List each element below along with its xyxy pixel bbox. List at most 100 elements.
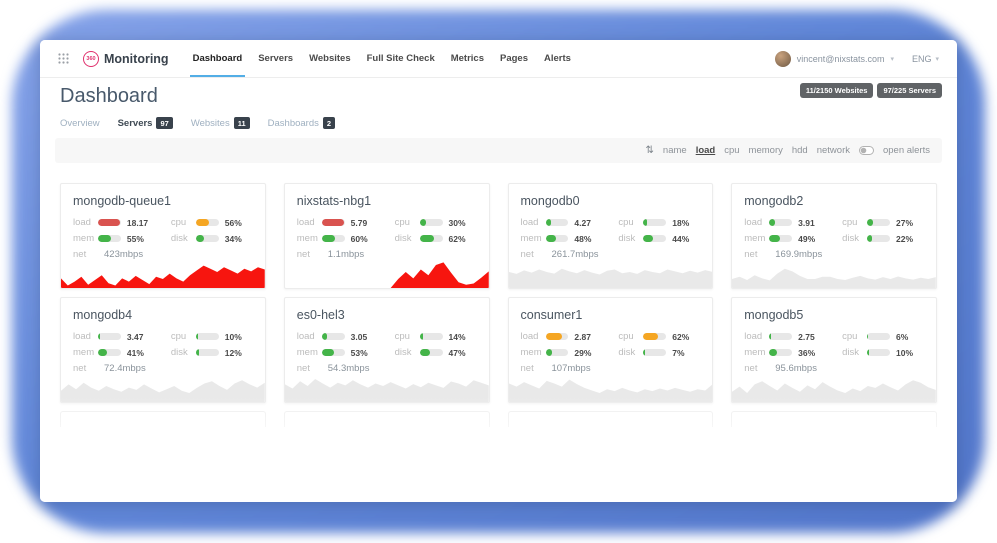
metric-bar-fill [98, 235, 111, 242]
metric-label: disk [395, 233, 420, 244]
user-email[interactable]: vincent@nixstats.com [797, 54, 885, 64]
metric-value: 53% [351, 348, 379, 358]
sort-option-network[interactable]: network [817, 145, 850, 156]
metric-bar-fill [98, 333, 100, 340]
metric-bar-fill [420, 333, 423, 340]
card-body: mongodb0 load 4.27 mem [509, 184, 713, 265]
metric-cpu: cpu 6% [842, 331, 924, 342]
server-card[interactable]: es0-hel3 load 3.05 mem [284, 297, 490, 403]
subtab-dashboards[interactable]: Dashboards 2 [268, 117, 335, 129]
metric-bar-track [643, 219, 666, 226]
metric-value: 55% [127, 234, 155, 244]
nav-items: Dashboard Servers Websites Full Site Che… [193, 40, 571, 77]
server-card[interactable]: consumer1 load 2.87 mem [508, 297, 714, 403]
metric-bar-fill [769, 219, 775, 226]
metric-label: cpu [842, 331, 867, 342]
metric-label: disk [842, 347, 867, 358]
nav-tab-servers[interactable]: Servers [258, 40, 293, 77]
metric-bar-fill [867, 333, 868, 340]
user-avatar[interactable] [775, 51, 791, 67]
metric-bar-track [867, 235, 890, 242]
metric-label: load [521, 331, 546, 342]
language-selector[interactable]: ENG ▾ [912, 54, 939, 64]
metric-bar-fill [196, 333, 198, 340]
server-card[interactable]: mongodb5 load 2.75 mem [731, 297, 937, 403]
logo[interactable]: 360 Monitoring [83, 51, 169, 67]
metric-bar-fill [322, 235, 336, 242]
servers-status-badge: 97/225 Servers [877, 83, 942, 98]
metric-bar-track [643, 235, 666, 242]
sort-option-load[interactable]: load [696, 145, 716, 156]
metric-value: 22% [896, 234, 924, 244]
metric-bar-track [196, 235, 219, 242]
count-badge: 97 [156, 117, 172, 129]
metric-cpu: cpu 27% [842, 217, 924, 228]
metric-bar-fill [769, 235, 780, 242]
subtab-websites[interactable]: Websites 11 [191, 117, 250, 129]
nav-tab-websites[interactable]: Websites [309, 40, 351, 77]
metric-value: 34% [225, 234, 253, 244]
metric-bar-fill [322, 349, 334, 356]
nav-tab-pages[interactable]: Pages [500, 40, 528, 77]
metric-bar-track [867, 219, 890, 226]
metric-cpu: cpu 18% [618, 217, 700, 228]
server-card[interactable]: nixstats-nbg1 load 5.79 mem [284, 183, 490, 289]
metric-bar-fill [643, 219, 647, 226]
sort-option-open-alerts[interactable]: open alerts [883, 145, 930, 156]
chevron-down-icon: ▾ [890, 55, 894, 63]
metric-bar-fill [98, 219, 120, 226]
sort-option-hdd[interactable]: hdd [792, 145, 808, 156]
metric-value: 2.75 [798, 332, 826, 342]
nav-tab-dashboard[interactable]: Dashboard [193, 40, 243, 77]
nav-tab-alerts[interactable]: Alerts [544, 40, 571, 77]
server-name: mongodb0 [521, 194, 701, 208]
sort-option-cpu[interactable]: cpu [724, 145, 739, 156]
sparkline-chart [732, 256, 936, 288]
metric-bar-track [546, 349, 569, 356]
page-header: Dashboard 11/2150 Websites 97/225 Server… [40, 78, 957, 108]
sparkline-chart [61, 256, 265, 288]
metric-bar-track [643, 349, 666, 356]
server-name: mongodb5 [744, 308, 924, 322]
metric-mem: mem 48% [521, 233, 603, 244]
metric-load: load 3.91 [744, 217, 826, 228]
metric-label: mem [521, 347, 546, 358]
metric-disk: disk 47% [395, 347, 477, 358]
metric-label: cpu [618, 217, 643, 228]
toggle-switch-icon[interactable] [859, 146, 874, 155]
metric-load: load 5.79 [297, 217, 379, 228]
metric-bar-fill [546, 333, 562, 340]
card-partial [508, 411, 714, 427]
subtab-overview[interactable]: Overview [60, 118, 100, 129]
subtab-servers[interactable]: Servers 97 [118, 117, 173, 129]
metric-label: mem [297, 347, 322, 358]
metric-disk: disk 7% [618, 347, 700, 358]
metric-bar-fill [420, 235, 434, 242]
metric-mem: mem 36% [744, 347, 826, 358]
metric-label: cpu [395, 331, 420, 342]
sort-option-memory[interactable]: memory [749, 145, 783, 156]
metric-value: 27% [896, 218, 924, 228]
metric-value: 44% [672, 234, 700, 244]
metric-bar-fill [420, 349, 431, 356]
server-card[interactable]: mongodb-queue1 load 18.17 mem [60, 183, 266, 289]
nav-tab-metrics[interactable]: Metrics [451, 40, 484, 77]
count-badge: 2 [323, 117, 335, 129]
server-card[interactable]: mongodb4 load 3.47 mem [60, 297, 266, 403]
metric-bar-track [769, 235, 792, 242]
metric-value: 62% [449, 234, 477, 244]
server-card[interactable]: mongodb2 load 3.91 mem [731, 183, 937, 289]
sparkline-chart [732, 370, 936, 402]
metric-disk: disk 12% [171, 347, 253, 358]
sort-option-name[interactable]: name [663, 145, 687, 156]
app-grid-icon[interactable] [58, 53, 69, 64]
metric-value: 2.87 [574, 332, 602, 342]
metric-value: 36% [798, 348, 826, 358]
metric-bar-track [420, 349, 443, 356]
nav-tab-full-site-check[interactable]: Full Site Check [367, 40, 435, 77]
metric-label: mem [744, 233, 769, 244]
metric-cpu: cpu 56% [171, 217, 253, 228]
server-card[interactable]: mongodb0 load 4.27 mem [508, 183, 714, 289]
metric-bar-fill [867, 235, 872, 242]
language-label: ENG [912, 54, 932, 64]
